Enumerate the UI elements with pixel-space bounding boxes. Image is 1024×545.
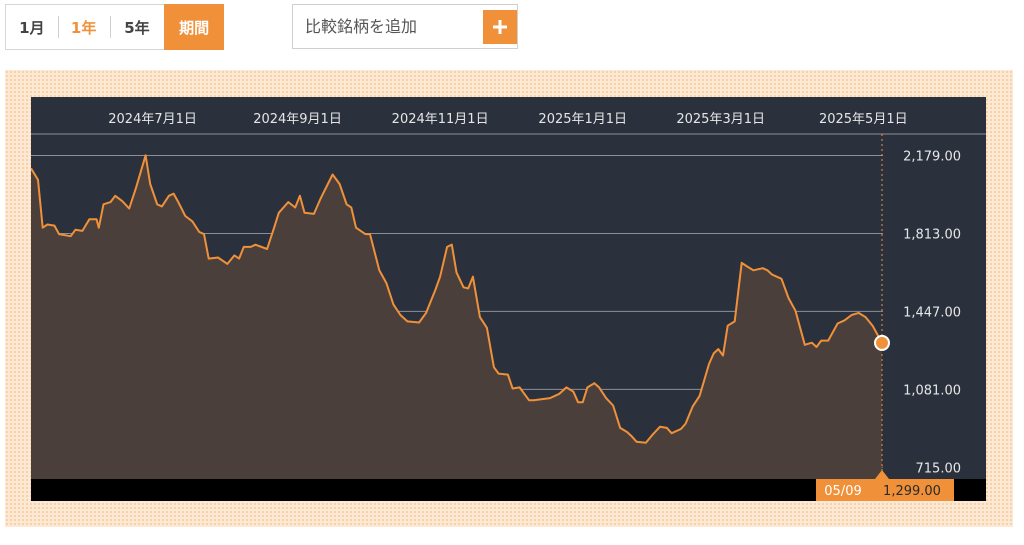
toolbar: 1月 1年 5年 期間: [0, 0, 1024, 60]
period-button-1m[interactable]: 1月: [6, 5, 58, 49]
period-button-custom[interactable]: 期間: [164, 4, 224, 50]
x-tick-label: 2025年3月1日: [676, 112, 765, 127]
x-tick-label: 2025年5月1日: [819, 112, 908, 127]
y-tick-label: 715.00: [916, 461, 962, 476]
cursor-date-label: 05/09: [824, 484, 861, 499]
compare-symbol-input[interactable]: [293, 5, 483, 48]
y-tick-label: 1,813.00: [903, 227, 961, 242]
x-tick-label: 2024年11月1日: [392, 112, 489, 127]
x-tick-label: 2024年9月1日: [253, 112, 342, 127]
add-compare-button[interactable]: [483, 10, 517, 44]
last-price-marker[interactable]: [874, 334, 890, 351]
y-tick-label: 1,081.00: [903, 383, 961, 398]
compare-search: [292, 4, 518, 49]
period-button-5y[interactable]: 5年: [109, 5, 165, 49]
y-tick-label: 2,179.00: [903, 150, 961, 165]
cursor-value-label: 1,299.00: [883, 484, 941, 499]
y-tick-label: 1,447.00: [903, 305, 961, 320]
period-selector: 1月 1年 5年 期間: [5, 4, 224, 50]
x-tick-label: 2024年7月1日: [108, 112, 197, 127]
period-button-1y[interactable]: 1年: [57, 5, 110, 49]
price-chart-svg: 2024年7月1日 2024年9月1日 2024年11月1日 2025年1月1日 202…: [30, 97, 986, 501]
price-chart: 2024年7月1日 2024年9月1日 2024年11月1日 2025年1月1日 202…: [30, 97, 986, 501]
x-tick-label: 2025年1月1日: [538, 112, 627, 127]
plus-icon: [493, 20, 507, 34]
